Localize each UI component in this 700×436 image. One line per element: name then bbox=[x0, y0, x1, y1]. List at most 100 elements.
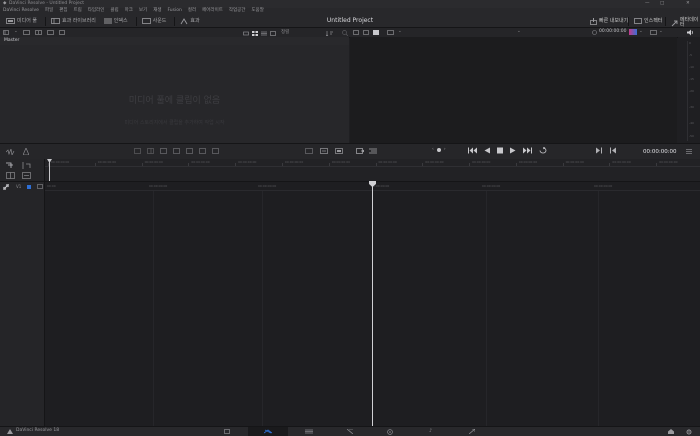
new-bin-icon[interactable] bbox=[22, 30, 30, 35]
sync-audio-icon[interactable] bbox=[23, 148, 29, 155]
go-to-end-icon[interactable] bbox=[523, 147, 532, 154]
speaker-icon[interactable] bbox=[686, 29, 694, 36]
effects-library-button[interactable]: 효과 라이브러리 bbox=[51, 18, 96, 24]
upper-playhead-icon[interactable] bbox=[47, 159, 52, 163]
import-media-icon[interactable] bbox=[34, 30, 42, 35]
maximize-button[interactable]: □ bbox=[660, 1, 664, 7]
menu-help[interactable]: 도움말 bbox=[251, 9, 263, 14]
list-view-icon[interactable] bbox=[261, 31, 267, 36]
bin-name[interactable]: Master bbox=[4, 38, 19, 44]
viewer-dropdown-chevron-icon[interactable]: ⌄ bbox=[517, 29, 521, 35]
menu-color[interactable]: 컬러 bbox=[188, 9, 196, 14]
viewer-panel[interactable] bbox=[350, 37, 677, 143]
media-page-icon[interactable] bbox=[224, 429, 230, 434]
track-enable-icon[interactable] bbox=[27, 184, 32, 189]
close-up-icon[interactable] bbox=[173, 148, 180, 154]
track-link-icon[interactable] bbox=[3, 183, 9, 190]
media-pool-drop-area[interactable]: 미디어 풀에 클립이 없음 미디어 스토리지에서 클립을 추가하여 작업 시작 bbox=[0, 45, 349, 143]
stop-icon[interactable] bbox=[497, 147, 503, 154]
viewer-options-icon[interactable] bbox=[387, 30, 394, 35]
ripple-overwrite-icon[interactable] bbox=[160, 148, 167, 154]
viewer-layout-selector[interactable]: ⌄ bbox=[650, 30, 663, 35]
full-timeline-icon[interactable] bbox=[305, 148, 313, 154]
inspector-button[interactable]: 인스펙터 bbox=[634, 18, 662, 24]
edit-page-icon[interactable] bbox=[305, 429, 313, 434]
cinema-viewer-icon[interactable] bbox=[373, 30, 379, 35]
quick-export-button[interactable]: 빠른 내보내기 bbox=[590, 18, 628, 25]
viewer-list-icon[interactable] bbox=[369, 148, 377, 154]
smart-insert-icon[interactable] bbox=[134, 148, 141, 154]
blade-mode-icon[interactable] bbox=[6, 172, 15, 179]
menu-playback[interactable]: 재생 bbox=[153, 9, 161, 14]
thumbnail-view-icon[interactable] bbox=[252, 30, 258, 36]
chevron-down-icon[interactable]: ⌄ bbox=[14, 30, 18, 35]
audio-waveform-icon[interactable] bbox=[6, 148, 15, 155]
menu-view[interactable]: 보기 bbox=[139, 9, 147, 14]
empty-pool-hint: 미디어 스토리지에서 클립을 추가하여 작업 시작 bbox=[124, 120, 225, 126]
upper-ruler[interactable]: 00:00:00:00 00:00:00:00 00:00:00:00 00:00:0… bbox=[45, 159, 700, 167]
overwrite-icon[interactable] bbox=[212, 148, 219, 154]
viewer-menu-icon[interactable] bbox=[686, 149, 692, 154]
timeline-area[interactable]: 00:00:00:00 00:00:00:00 00:00:00:00 00:00:0… bbox=[45, 159, 700, 426]
selection-mode-icon[interactable] bbox=[6, 162, 15, 169]
sort-order-icon[interactable] bbox=[326, 30, 334, 36]
play-icon[interactable] bbox=[510, 147, 516, 154]
meter-tick: -20 bbox=[689, 89, 694, 93]
menu-resolve[interactable]: DaVinci Resolve bbox=[3, 9, 39, 14]
jog-left-icon[interactable]: ‹ bbox=[432, 147, 434, 153]
fusion-page-icon[interactable] bbox=[347, 429, 353, 434]
sync-icon[interactable] bbox=[46, 30, 54, 35]
sort-label[interactable]: 정렬 bbox=[281, 30, 289, 36]
link-icon[interactable] bbox=[58, 30, 65, 35]
menu-trim[interactable]: 트림 bbox=[74, 9, 82, 14]
deliver-page-icon[interactable] bbox=[469, 429, 475, 434]
metadata-view-icon[interactable] bbox=[243, 31, 249, 36]
close-button[interactable]: ✕ bbox=[686, 1, 690, 7]
single-viewer-icon[interactable] bbox=[353, 30, 359, 35]
menu-file[interactable]: 파일 bbox=[45, 9, 53, 14]
metadata-button[interactable]: 메타데이터 bbox=[671, 18, 700, 28]
filmstrip-view-icon[interactable] bbox=[270, 30, 276, 36]
search-icon[interactable] bbox=[342, 30, 349, 36]
trim-mode-icon[interactable] bbox=[22, 162, 31, 169]
menu-fusion[interactable]: Fusion bbox=[167, 9, 181, 14]
sidebar-toggle-icon[interactable] bbox=[3, 30, 9, 35]
menu-fairlight[interactable]: 페어라이트 bbox=[202, 9, 223, 14]
custom-zoom-icon[interactable] bbox=[335, 148, 343, 154]
menu-edit[interactable]: 편집 bbox=[59, 9, 67, 14]
jog-control[interactable]: ‹ › bbox=[432, 147, 446, 153]
dynamic-trim-icon[interactable] bbox=[22, 172, 31, 179]
mixer-button[interactable]: 효과 bbox=[180, 17, 200, 25]
track-lock-icon[interactable] bbox=[37, 184, 44, 189]
source-overwrite-icon[interactable] bbox=[199, 148, 206, 154]
minimize-button[interactable]: — bbox=[645, 1, 650, 7]
playhead-line[interactable] bbox=[372, 182, 373, 426]
viewer-transform-icon[interactable] bbox=[356, 148, 364, 154]
mark-in-icon[interactable] bbox=[596, 147, 602, 154]
go-to-start-icon[interactable] bbox=[468, 147, 477, 154]
loop-icon[interactable] bbox=[539, 147, 547, 154]
menu-timeline[interactable]: 타임라인 bbox=[88, 9, 105, 14]
detail-zoom-icon[interactable] bbox=[320, 148, 328, 154]
home-icon[interactable] bbox=[668, 429, 674, 434]
menu-clip[interactable]: 클립 bbox=[110, 9, 118, 14]
menu-mark[interactable]: 마크 bbox=[125, 9, 133, 14]
sound-library-button[interactable]: 사운드 bbox=[141, 18, 166, 24]
dual-viewer-icon[interactable] bbox=[363, 30, 369, 35]
fairlight-page-icon[interactable]: ♪ bbox=[429, 428, 432, 434]
edit-index-button[interactable]: 인덱스 bbox=[103, 18, 128, 24]
mark-out-icon[interactable] bbox=[610, 147, 616, 154]
chevron-down-icon[interactable]: ⌄ bbox=[398, 30, 402, 35]
playhead-icon[interactable] bbox=[369, 181, 376, 187]
upper-timeline-overview[interactable]: 00:00:00:00 00:00:00:00 00:00:00:00 00:00:0… bbox=[45, 159, 700, 182]
menu-workspace[interactable]: 작업공간 bbox=[229, 9, 246, 14]
play-reverse-icon[interactable] bbox=[484, 147, 490, 154]
color-space-selector[interactable]: ⌄ bbox=[629, 29, 643, 35]
color-page-icon[interactable] bbox=[387, 429, 393, 435]
settings-gear-icon[interactable] bbox=[686, 429, 692, 435]
media-pool-button[interactable]: 미디어 풀 bbox=[6, 18, 37, 24]
jog-right-icon[interactable]: › bbox=[444, 147, 446, 153]
append-icon[interactable] bbox=[147, 148, 154, 154]
video-track-header[interactable]: V1 bbox=[3, 183, 44, 190]
place-on-top-icon[interactable] bbox=[186, 148, 193, 154]
